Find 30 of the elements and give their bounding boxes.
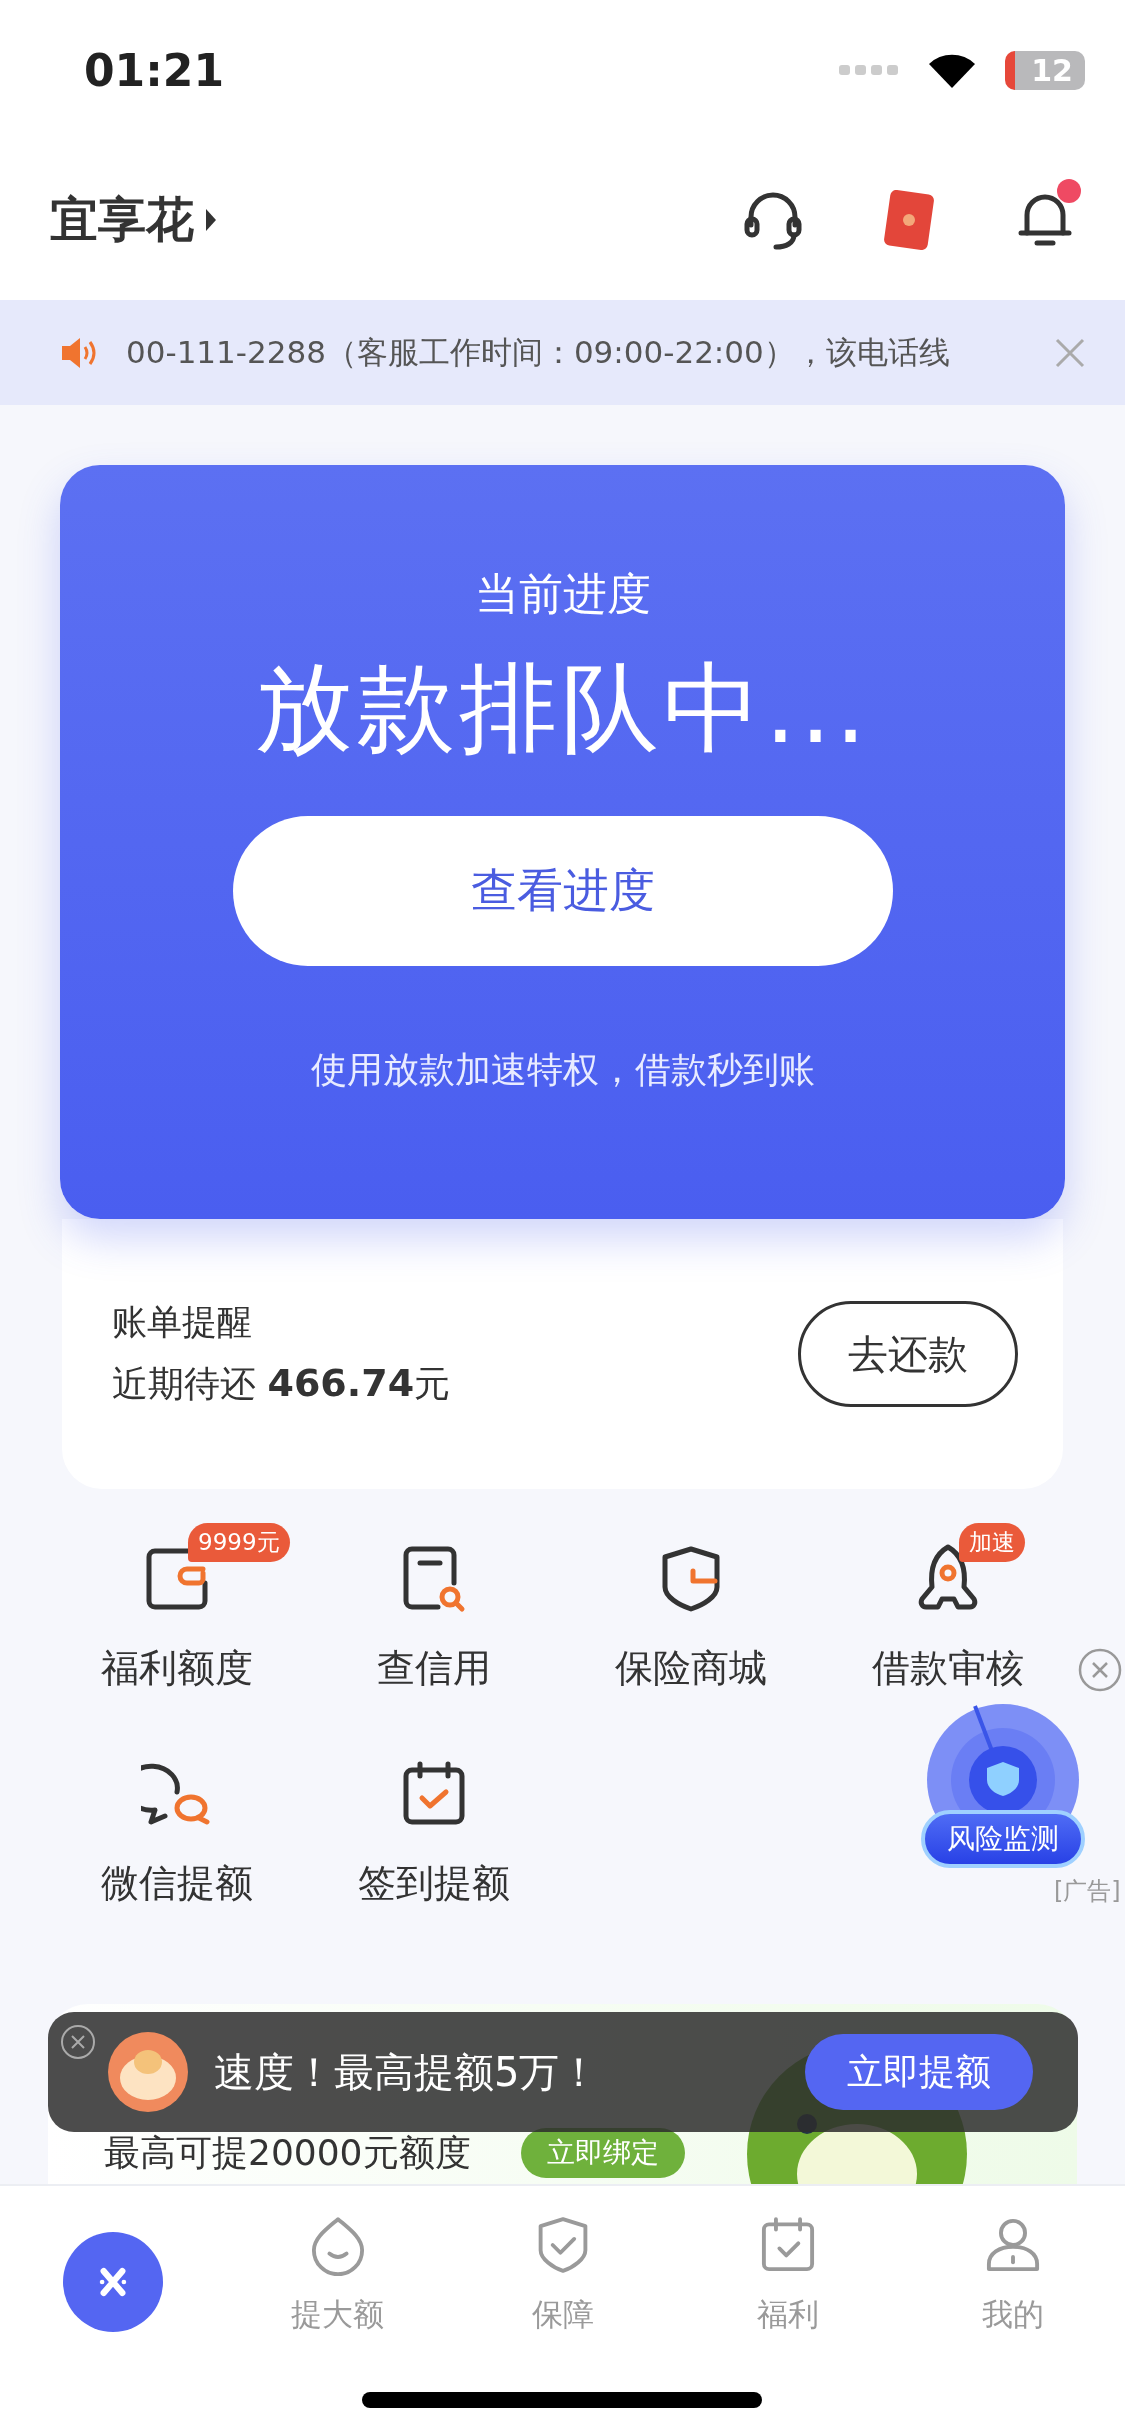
progress-status: 放款排队中... [254,650,871,767]
caret-icon[interactable] [204,207,218,233]
shortcut-badge: 9999元 [188,1523,290,1562]
progress-hint: 使用放款加速特权，借款秒到账 [310,1048,815,1092]
bill-title: 账单提醒 [112,1301,253,1344]
raise-limit-button[interactable]: 立即提额 [805,2034,1033,2110]
speaker-icon [60,335,96,370]
status-time: 01:21 [84,44,226,96]
signal-icon [839,63,900,77]
toast-text: 速度！最高提额5万！ [214,2047,601,2097]
close-icon[interactable] [1078,1648,1122,1692]
progress-label: 当前进度 [474,567,651,621]
risk-monitor-button[interactable]: 风险监测 [921,1810,1085,1868]
coin-bowl-icon [108,2032,188,2112]
view-progress-button[interactable]: 查看进度 [232,816,893,966]
shortcut-item[interactable]: 保险商城 [562,1519,819,1694]
notice-text: 00-111-2288（客服工作时间：09:00-22:00），该电话线 [126,332,951,372]
shortcut-item[interactable]: 查信用 [305,1519,562,1694]
shortcut-badge: 加速 [959,1523,1025,1562]
shortcut-item[interactable]: 加速 借款审核 [819,1519,1076,1694]
ad-tag: [广告] [1054,1875,1121,1907]
banner-subtitle: 最高可提20000元额度 [104,2131,471,2175]
shortcut-item[interactable]: 9999元 福利额度 [48,1519,305,1694]
wifi-icon [929,52,976,88]
bill-amount: 近期待还 466.74元 [112,1360,452,1407]
shortcut-item[interactable]: 签到提额 [305,1734,562,1909]
close-icon[interactable] [60,2024,96,2060]
shortcut-item[interactable]: 微信提额 [48,1734,305,1909]
battery-icon: 12 [1005,50,1085,90]
repay-button[interactable]: 去还款 [798,1301,1018,1407]
